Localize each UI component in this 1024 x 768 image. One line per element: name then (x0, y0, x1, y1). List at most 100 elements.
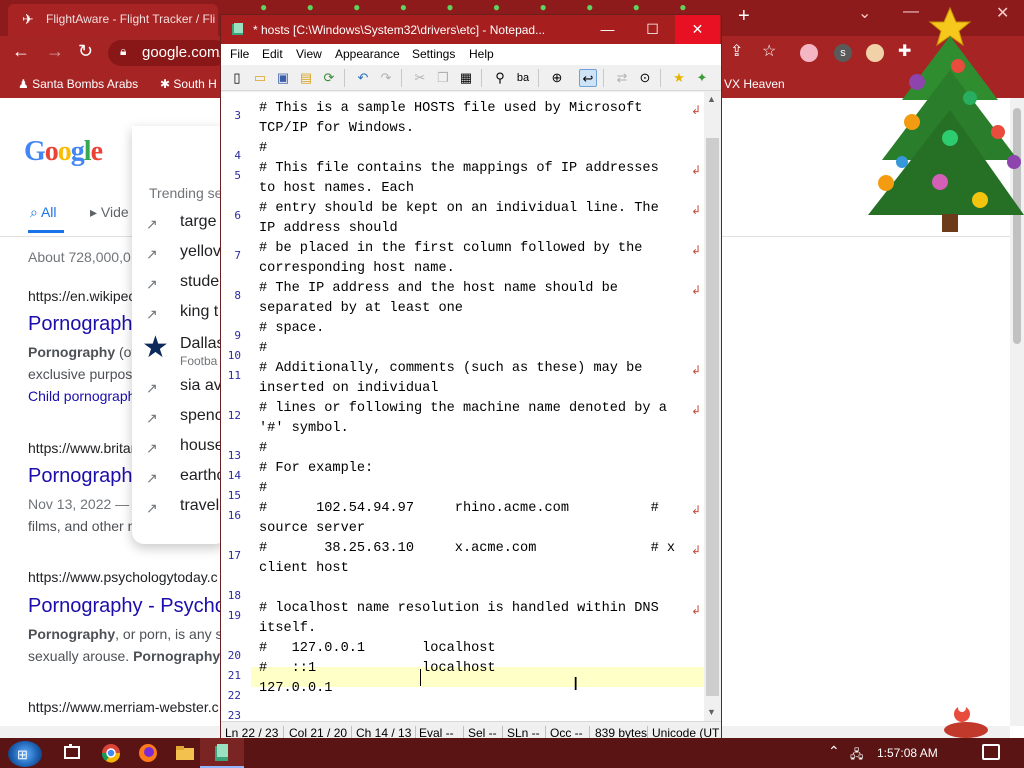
redo-icon[interactable]: ↷ (377, 69, 395, 87)
line-number: 11 (227, 369, 241, 382)
editor-scrollbar-thumb[interactable] (706, 138, 719, 696)
task-view-icon[interactable] (62, 743, 84, 763)
trending-item[interactable]: ↗ stude (132, 270, 227, 298)
code-line: # 38.25.63.10 x.acme.com # x (259, 541, 676, 556)
code-line: corresponding host name. (259, 261, 455, 276)
add-favorite-icon[interactable]: ✦ (693, 69, 711, 87)
bookmark-item[interactable]: VX Heaven (724, 77, 785, 91)
address-bar-url: google.com/ (142, 44, 224, 61)
cut-icon[interactable]: ✂ (411, 69, 429, 87)
result-sublink[interactable]: Child pornograph (28, 388, 135, 404)
network-icon[interactable]: 🖧︎ (850, 745, 863, 766)
address-bar[interactable]: 🔒︎ google.com/ (108, 40, 228, 66)
scroll-up-arrow-icon[interactable]: ▲ (707, 94, 716, 104)
trending-item[interactable]: ↗ sia av (132, 374, 227, 402)
reload-icon[interactable]: ⟳ (320, 69, 338, 87)
action-center-icon[interactable] (982, 744, 1000, 760)
line-number-gutter: 3 4 5 6 7 8 9 10 11 12 13 14 15 16 17 18 19 20 21 22 23 (221, 92, 251, 721)
menu-appearance[interactable]: Appearance (335, 47, 400, 61)
extension-s-icon[interactable]: s (834, 44, 852, 62)
undo-icon[interactable]: ↶ (354, 69, 372, 87)
menu-view[interactable]: View (296, 47, 322, 61)
trending-item[interactable]: ↗ spenc (132, 404, 227, 432)
share-icon[interactable]: ⇪ (730, 41, 743, 61)
reload-icon[interactable]: ↻ (78, 41, 93, 62)
menu-file[interactable]: File (230, 47, 249, 61)
editor-area[interactable]: 3 4 5 6 7 8 9 10 11 12 13 14 15 16 17 18 19 20 21 22 23 # Th… (221, 92, 721, 721)
trending-item[interactable]: ↗ travel (132, 494, 227, 522)
bookmark-item[interactable]: ♟ Santa Bombs Arabs (18, 77, 138, 91)
replace-icon[interactable]: ba (514, 69, 532, 87)
result-url[interactable]: https://www.merriam-webster.c (28, 699, 219, 715)
line-number: 16 (227, 509, 241, 522)
browser-tab[interactable]: ✈ FlightAware - Flight Tracker / Fli (8, 4, 218, 36)
word-wrap-indicator-icon: ↲ (691, 403, 702, 417)
close-button[interactable]: ✕ (675, 15, 720, 44)
open-folder-icon[interactable]: ▭ (251, 69, 269, 87)
save-as-icon[interactable]: ▤ (297, 69, 315, 87)
copy-icon[interactable]: ❐ (434, 69, 452, 87)
file-explorer-icon[interactable] (174, 743, 196, 763)
maximize-button[interactable]: ☐ (630, 15, 675, 44)
line-number: 8 (234, 289, 241, 302)
back-icon[interactable]: ← (12, 41, 30, 62)
paste-icon[interactable]: ▦ (457, 69, 475, 87)
google-logo[interactable]: Google (24, 136, 103, 168)
result-title[interactable]: Pornography - Psycho (28, 595, 226, 618)
line-number: 6 (234, 209, 241, 222)
scroll-down-arrow-icon[interactable]: ▼ (707, 707, 716, 717)
result-url[interactable]: https://www.psychologytoday.c (28, 569, 218, 585)
code-line: # entry should be kept on an individual … (259, 201, 659, 216)
windows-logo-icon: ⊞ (17, 747, 28, 762)
result-title[interactable]: Pornograph (28, 313, 133, 336)
tray-overflow-chevron-icon[interactable]: ⌃ (828, 743, 840, 760)
result-url[interactable]: https://www.britan (28, 440, 139, 456)
toolbar-separator (344, 69, 345, 87)
chrome-taskbar-icon[interactable] (100, 743, 122, 763)
favorites-star-icon[interactable]: ★ (670, 69, 688, 87)
editor-vertical-scrollbar[interactable]: ▲ ▼ (704, 92, 721, 721)
code-line: IP address should (259, 221, 398, 236)
notepad-taskbar-button[interactable] (200, 738, 244, 768)
dallas-cowboys-star-icon: ★ (142, 331, 169, 364)
notepad-app-icon (232, 23, 243, 35)
trending-arrow-icon: ↗ (146, 410, 158, 426)
firefox-taskbar-icon[interactable] (137, 743, 159, 763)
code-line: # localhost name resolution is handled w… (259, 601, 659, 616)
save-icon[interactable]: ▣ (274, 69, 292, 87)
bookmark-star-icon[interactable]: ☆ (762, 41, 776, 61)
result-title[interactable]: Pornograph (28, 465, 133, 488)
menu-settings[interactable]: Settings (412, 47, 455, 61)
trending-item[interactable]: ↗ yellov (132, 240, 227, 268)
tab-all[interactable]: ⌕ All (30, 204, 57, 221)
trending-item[interactable]: ↗ house (132, 434, 227, 462)
menu-edit[interactable]: Edit (262, 47, 283, 61)
code-line: # For example: (259, 461, 374, 476)
trending-item[interactable]: ↗ king t (132, 300, 227, 328)
search-zoom-icon[interactable]: ⊙ (636, 69, 654, 87)
new-file-icon[interactable]: ▯ (228, 69, 246, 87)
word-wrap-toggle-icon[interactable]: ↩ (579, 69, 597, 87)
trending-item[interactable]: ↗ targe (132, 210, 227, 238)
menu-help[interactable]: Help (469, 47, 494, 61)
line-number: 9 (234, 329, 241, 342)
bookmark-item[interactable]: ✱ South H (160, 77, 217, 91)
scheme-icon[interactable]: ⇄ (613, 69, 631, 87)
trending-item[interactable]: ↗ earthc (132, 464, 227, 492)
system-clock[interactable]: 1:57:08 AM (877, 746, 938, 760)
word-wrap-indicator-icon: ↲ (691, 283, 702, 297)
trending-item[interactable]: ★ Dallas Footba (132, 331, 227, 372)
result-url[interactable]: https://en.wikipec (28, 288, 135, 304)
forward-icon[interactable]: → (46, 41, 64, 62)
word-wrap-indicator-icon: ↲ (691, 603, 702, 617)
notepad-title-bar[interactable]: * hosts [C:\Windows\System32\drivers\etc… (221, 15, 721, 44)
minimize-button[interactable]: — (585, 15, 630, 44)
zoom-in-icon[interactable]: ⊕ (548, 69, 566, 87)
tab-videos[interactable]: ▸ Vide (90, 204, 129, 221)
trending-arrow-icon: ↗ (146, 276, 158, 292)
new-tab-button[interactable]: + (738, 5, 750, 28)
extension-flag-icon[interactable] (800, 44, 818, 62)
line-number: 14 (227, 469, 241, 482)
find-binoculars-icon[interactable]: ⚲ (491, 69, 509, 87)
code-line: inserted on individual (259, 381, 439, 396)
